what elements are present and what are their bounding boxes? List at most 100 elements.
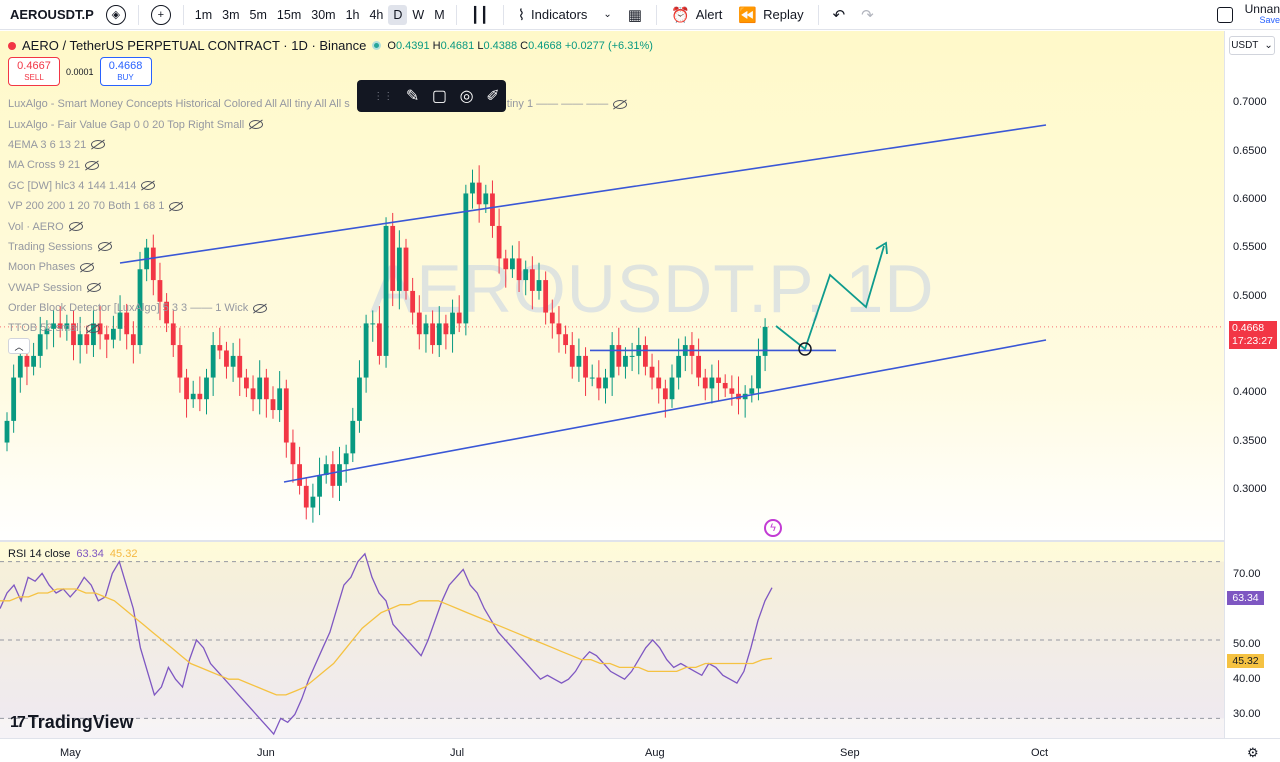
projection-path bbox=[775, 245, 885, 351]
buy-button[interactable]: 0.4668 BUY bbox=[99, 57, 152, 86]
dot-red bbox=[8, 41, 16, 50]
candle-body bbox=[583, 355, 588, 378]
candle-body bbox=[24, 355, 30, 367]
eye-hidden-icon[interactable] bbox=[97, 242, 112, 252]
current-price-tag: 0.4668 17:23:27 bbox=[1229, 321, 1277, 349]
indicator-row[interactable]: Moon Phases bbox=[8, 257, 627, 277]
eye-hidden-icon[interactable] bbox=[85, 160, 100, 170]
candle-body bbox=[629, 355, 635, 357]
eye-hidden-icon[interactable] bbox=[86, 283, 101, 293]
candle-body bbox=[702, 377, 708, 389]
candle-body bbox=[762, 326, 768, 356]
tradingview-logo-text: TradingView bbox=[27, 712, 134, 732]
close-value: 0.4668 bbox=[528, 39, 562, 52]
indicator-row[interactable]: MA Cross 9 21 bbox=[8, 155, 627, 175]
rsi-tick: 70.00 bbox=[1233, 568, 1261, 580]
rectangle-icon[interactable]: ▢ bbox=[432, 86, 447, 106]
price-tick: 0.5000 bbox=[1233, 290, 1267, 302]
flash-icon[interactable]: ϟ bbox=[764, 519, 782, 537]
candle-body bbox=[576, 355, 582, 367]
indicator-label: VP 200 200 1 20 70 Both 1 68 1 bbox=[8, 200, 165, 213]
brush-icon[interactable]: ✎ bbox=[406, 86, 419, 106]
candle-body bbox=[210, 345, 216, 378]
candle-body bbox=[290, 442, 296, 465]
indicator-row[interactable]: Order Block Detector [LuxAlgo] 5 3 3 —— … bbox=[8, 298, 627, 318]
indicator-row[interactable]: GC [DW] hlc3 4 144 1.414 bbox=[8, 176, 627, 196]
price-tick: 0.6000 bbox=[1233, 193, 1267, 205]
rsi-ma-value-tag: 45.32 bbox=[1227, 654, 1264, 668]
eye-hidden-icon[interactable] bbox=[253, 303, 268, 313]
indicator-row[interactable]: LuxAlgo - Fair Value Gap 0 0 20 Top Righ… bbox=[8, 114, 627, 134]
candle-body bbox=[184, 377, 189, 400]
candle-body bbox=[343, 453, 349, 465]
candle-body bbox=[237, 355, 243, 378]
candle-body bbox=[297, 464, 302, 486]
drag-handle-icon[interactable]: ⋮⋮ bbox=[373, 91, 393, 102]
rsi-tick: 50.00 bbox=[1233, 638, 1261, 650]
indicator-row[interactable]: 4EMA 3 6 13 21 bbox=[8, 135, 627, 155]
eye-hidden-icon[interactable] bbox=[169, 201, 184, 211]
eye-hidden-icon[interactable] bbox=[68, 222, 83, 232]
price-tick: 0.3500 bbox=[1233, 435, 1267, 447]
candle-body bbox=[749, 388, 755, 394]
candle-body bbox=[263, 377, 269, 400]
eye-hidden-icon[interactable] bbox=[141, 181, 156, 191]
tradingview-logo[interactable]: 17 TradingView bbox=[10, 712, 134, 733]
indicator-row[interactable]: LuxAlgo - Smart Money Concepts Historica… bbox=[8, 94, 628, 114]
candle-body bbox=[716, 377, 721, 383]
indicator-row[interactable]: Vol · AERO bbox=[8, 216, 627, 236]
candle-body bbox=[709, 377, 715, 389]
indicator-row[interactable]: Trading Sessions bbox=[8, 237, 627, 257]
layout-save-status: Save bbox=[1259, 15, 1280, 25]
rsi-ma-value: 45.32 bbox=[109, 548, 138, 560]
rsi-tick: 40.00 bbox=[1233, 673, 1261, 685]
indicator-row[interactable]: TTOB 52 small bbox=[8, 318, 627, 338]
candle-body bbox=[303, 485, 309, 508]
candle-body bbox=[217, 345, 223, 351]
price-scale[interactable]: USDT ⌄ 0.7000 0.6500 0.6000 0.5500 0.5000… bbox=[1224, 31, 1280, 738]
indicator-label-tail: tiny 1 —— —— —— bbox=[506, 98, 609, 111]
eye-hidden-icon[interactable] bbox=[86, 323, 101, 333]
eye-hidden-icon[interactable] bbox=[91, 140, 106, 150]
candle-body bbox=[224, 350, 229, 367]
candle-body bbox=[676, 355, 682, 378]
indicator-row[interactable]: VP 200 200 1 20 70 Both 1 68 1 bbox=[8, 196, 627, 216]
candle-body bbox=[230, 355, 236, 367]
collapse-legend-button[interactable]: ︿ bbox=[8, 338, 30, 354]
circle-icon[interactable]: ◎ bbox=[460, 86, 474, 106]
currency-select[interactable]: USDT ⌄ bbox=[1229, 36, 1275, 55]
rsi-tick: 30.00 bbox=[1233, 708, 1261, 720]
price-tick: 0.5500 bbox=[1233, 241, 1267, 253]
candle-body bbox=[277, 388, 283, 411]
eye-hidden-icon[interactable] bbox=[80, 262, 95, 272]
rsi-label[interactable]: RSI 14 close bbox=[8, 548, 70, 560]
layout-menu[interactable]: Unnan Save bbox=[1245, 3, 1280, 26]
rsi-layer bbox=[0, 552, 1224, 736]
price-tick: 0.4000 bbox=[1233, 386, 1267, 398]
candle-body bbox=[756, 355, 761, 389]
candle-body bbox=[310, 496, 316, 508]
indicator-label: Trading Sessions bbox=[8, 240, 93, 253]
time-label: Jun bbox=[257, 747, 275, 759]
low-value: 0.4388 bbox=[483, 39, 518, 52]
spread-value: 0.0001 bbox=[66, 66, 94, 77]
sell-price: 0.4667 bbox=[17, 59, 51, 72]
indicator-row[interactable]: VWAP Session bbox=[8, 278, 627, 298]
eye-hidden-icon[interactable] bbox=[249, 120, 264, 130]
eye-hidden-icon[interactable] bbox=[613, 99, 628, 109]
legend-title[interactable]: AERO / TetherUS PERPETUAL CONTRACT · 1D … bbox=[22, 38, 366, 53]
indicator-label: GC [DW] hlc3 4 144 1.414 bbox=[8, 179, 137, 192]
indicator-label: Vol · AERO bbox=[8, 220, 64, 233]
price-tick: 0.7000 bbox=[1233, 96, 1267, 108]
candle-body bbox=[11, 377, 17, 421]
candle-body bbox=[350, 420, 356, 454]
price-tick: 0.6500 bbox=[1233, 145, 1267, 157]
gear-icon[interactable]: ⚙ bbox=[1247, 745, 1259, 761]
sell-button[interactable]: 0.4667 SELL bbox=[8, 57, 60, 86]
candle-body bbox=[250, 388, 256, 400]
pencil-icon[interactable]: ✐ bbox=[486, 86, 499, 106]
candle-body bbox=[31, 355, 36, 367]
candle-body bbox=[270, 399, 276, 411]
time-axis[interactable]: May Jun Jul Aug Sep Oct ⚙ bbox=[0, 738, 1280, 762]
toolbar-right: Unnan Save bbox=[1216, 0, 1280, 30]
